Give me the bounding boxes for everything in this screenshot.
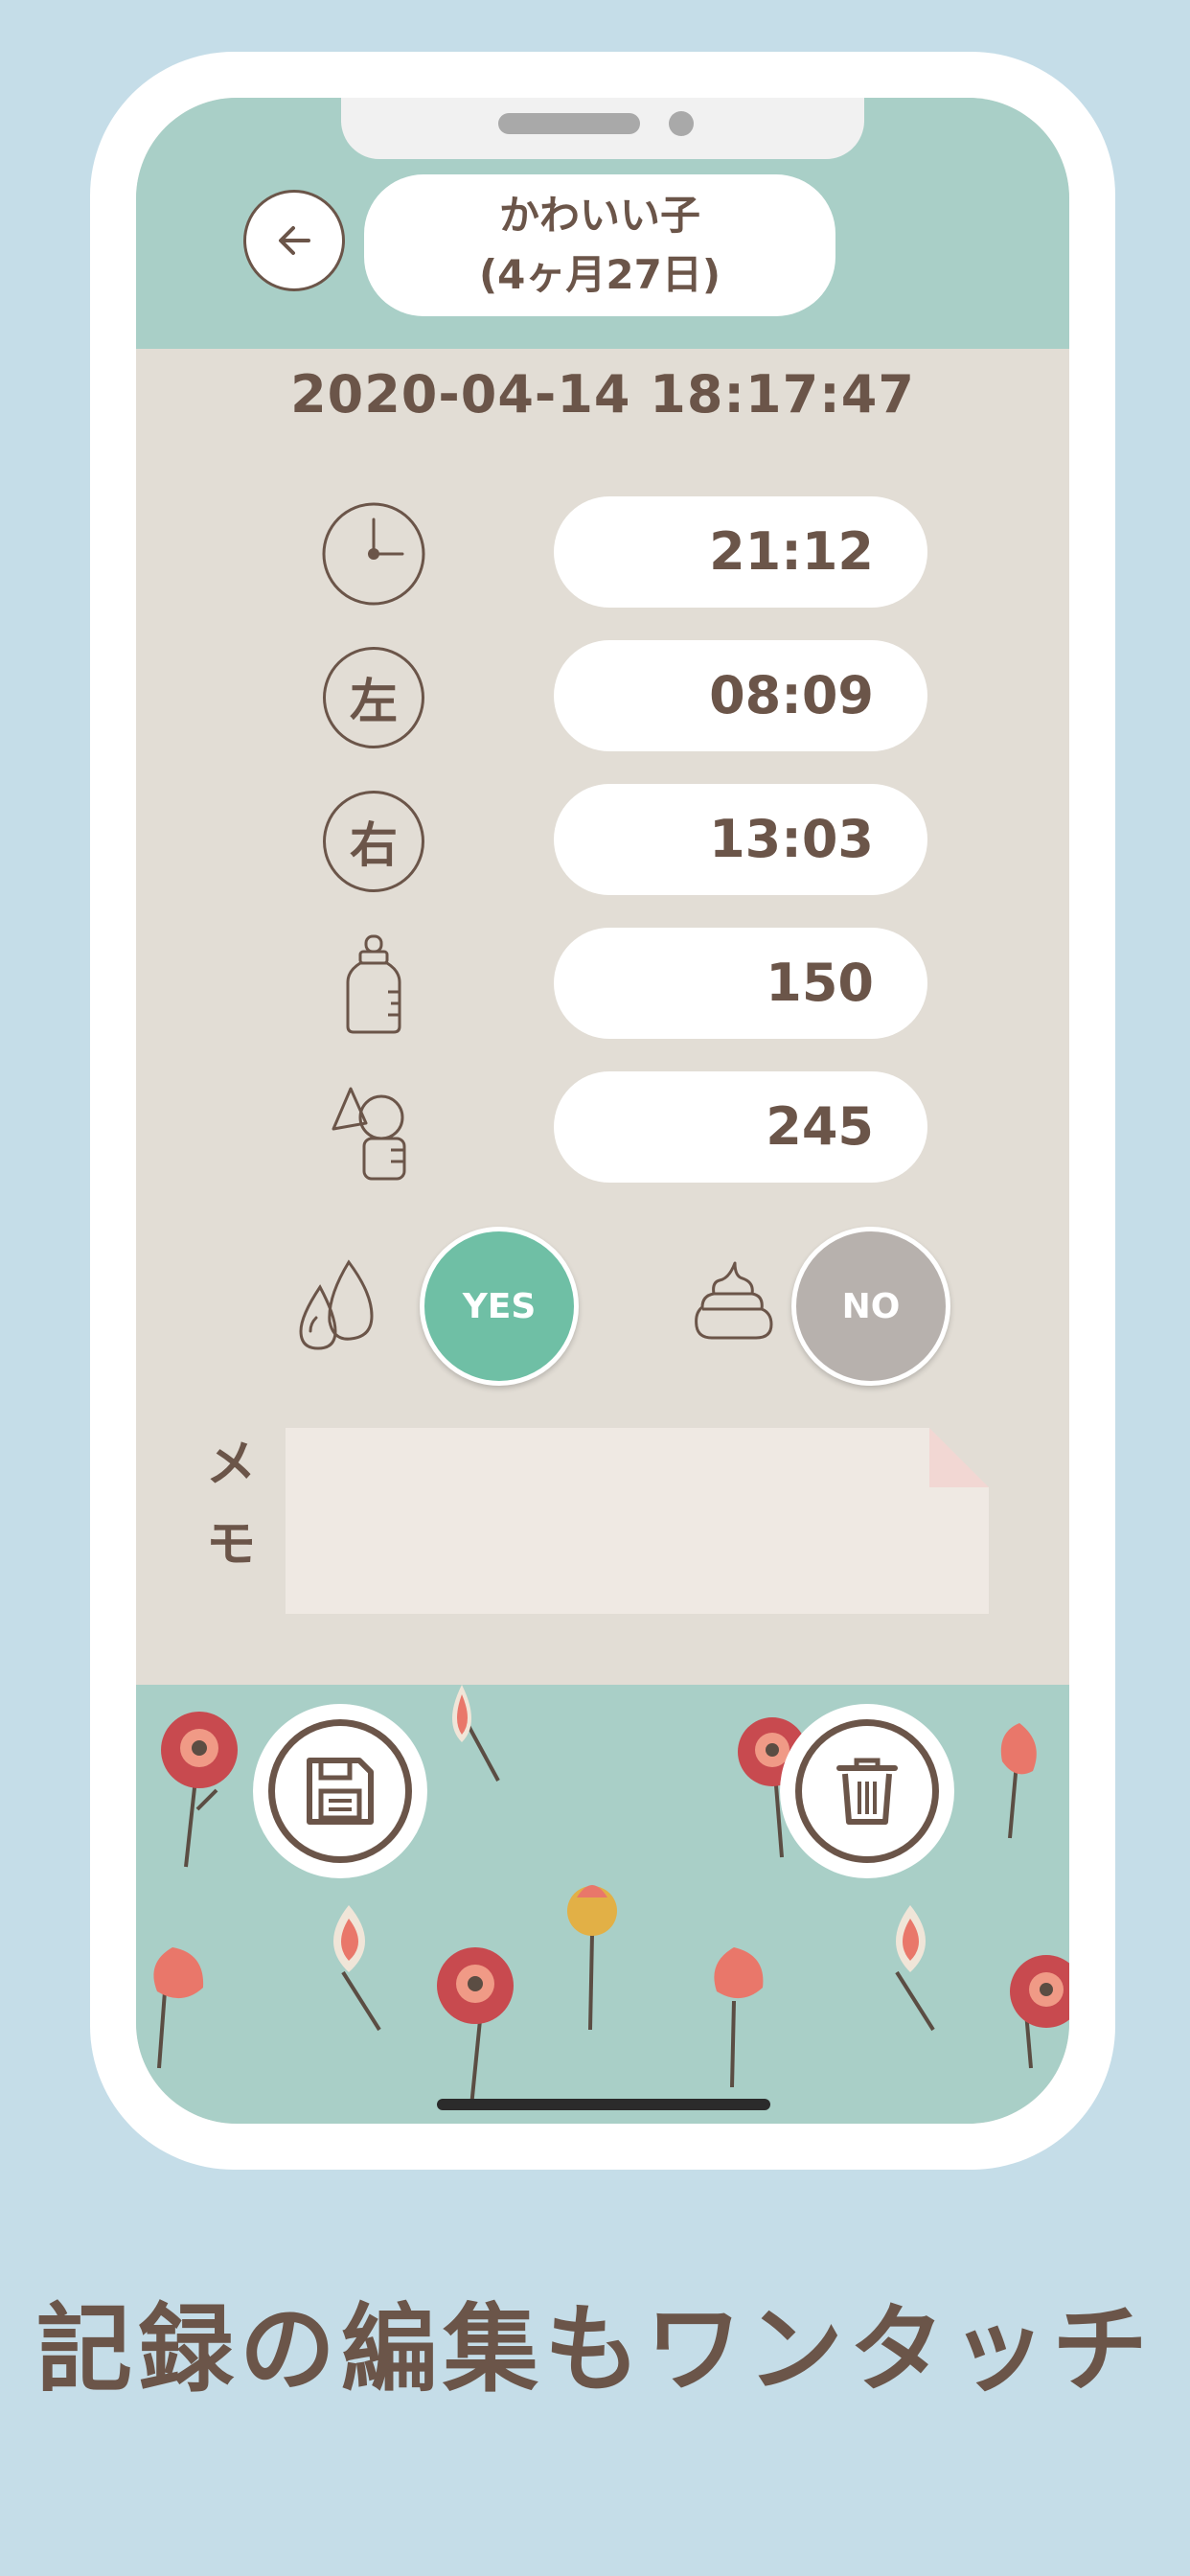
home-indicator xyxy=(437,2099,770,2110)
poop-icon xyxy=(676,1244,791,1359)
child-age: (4ヶ月27日) xyxy=(478,251,721,298)
pee-drops-icon xyxy=(280,1244,395,1359)
flower-pattern-area xyxy=(136,1685,1069,2124)
promo-caption: 記録の編集もワンタッチ xyxy=(36,2293,1154,2405)
right-duration-field[interactable]: 13:03 xyxy=(554,784,927,895)
arrow-left-icon xyxy=(279,226,310,255)
left-breast-icon: 左 xyxy=(316,640,431,755)
pee-yes-toggle[interactable]: YES xyxy=(420,1227,579,1386)
speaker xyxy=(498,113,640,134)
right-label: 右 xyxy=(323,791,424,892)
record-datetime: 2020-04-14 18:17:47 xyxy=(290,364,915,425)
trash-icon xyxy=(836,1758,898,1825)
left-duration-field[interactable]: 08:09 xyxy=(554,640,927,751)
right-breast-icon: 右 xyxy=(316,784,431,899)
phone-frame: かわいい子 (4ヶ月27日) 2020-04-14 18:17:47 21:12… xyxy=(90,52,1115,2170)
poop-no-toggle[interactable]: NO xyxy=(791,1227,950,1386)
child-name: かわいい子 xyxy=(498,192,700,239)
left-label: 左 xyxy=(323,647,424,748)
memo-label-line1: メ xyxy=(205,1436,256,1493)
bottle-amount-field[interactable]: 150 xyxy=(554,928,927,1039)
breast-pump-icon xyxy=(316,1071,431,1186)
camera xyxy=(669,111,694,136)
memo-label-line2: モ xyxy=(205,1516,256,1574)
pump-amount-field[interactable]: 245 xyxy=(554,1071,927,1183)
time-field[interactable]: 21:12 xyxy=(554,496,927,608)
baby-bottle-icon xyxy=(316,928,431,1043)
floppy-disk-icon xyxy=(307,1758,374,1825)
child-name-pill: かわいい子 (4ヶ月27日) xyxy=(364,174,835,316)
memo-page-fold xyxy=(929,1428,989,1487)
clock-icon xyxy=(316,496,431,611)
delete-button[interactable] xyxy=(780,1704,954,1878)
save-button[interactable] xyxy=(253,1704,427,1878)
back-button[interactable] xyxy=(243,190,345,291)
app-screen: かわいい子 (4ヶ月27日) 2020-04-14 18:17:47 21:12… xyxy=(136,98,1069,2124)
notch xyxy=(341,98,864,159)
memo-label: メ モ xyxy=(197,1424,264,1585)
memo-field[interactable] xyxy=(286,1428,989,1614)
